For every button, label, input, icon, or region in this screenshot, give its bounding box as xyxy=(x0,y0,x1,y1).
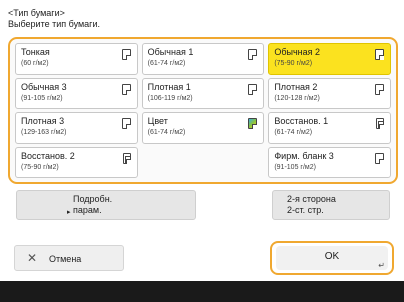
detail-settings-label: Подробн. парам. xyxy=(73,194,112,216)
tile-weight: (106-119 г/м2) xyxy=(147,94,193,102)
paper-icon xyxy=(248,49,258,60)
paper-icon xyxy=(374,49,384,60)
header: <Тип бумаги> Выберите тип бумаги. xyxy=(8,8,100,30)
tile-label: Обычная 3 xyxy=(21,81,67,92)
paper-tile-heavy-1[interactable]: Плотная 1 (106-119 г/м2) xyxy=(141,77,265,109)
paper-icon xyxy=(121,118,131,129)
tile-label: Обычная 2 xyxy=(274,47,320,57)
second-side-label: 2-я сторона 2-ст. стр. xyxy=(287,194,336,216)
page-prompt: Выберите тип бумаги. xyxy=(8,19,100,29)
paper-tile-heavy-2[interactable]: Плотная 2 (120-128 г/м2) xyxy=(268,77,391,109)
ok-button[interactable]: OK ↵ xyxy=(270,241,394,275)
paper-icon xyxy=(121,83,131,95)
bottom-bar xyxy=(0,281,404,302)
paper-icon xyxy=(374,152,384,164)
tile-weight: (75-90 г/м2) xyxy=(274,60,313,67)
paper-tile-heavy-3[interactable]: Плотная 3 (129-163 г/м2) xyxy=(15,112,138,144)
detail-settings-button[interactable]: ▸ Подробн. парам. xyxy=(16,190,196,220)
tile-weight: (75-90 г/м2) xyxy=(21,163,59,171)
paper-icon xyxy=(374,83,384,95)
paper-icon xyxy=(121,49,131,60)
second-side-line2: 2-ст. стр. xyxy=(287,205,324,215)
recycled-paper-icon xyxy=(122,152,131,164)
page-title: <Тип бумаги> xyxy=(8,8,65,18)
tile-label: Цвет xyxy=(147,116,168,126)
second-side-button[interactable]: 2-я сторона 2-ст. стр. xyxy=(272,190,390,220)
tile-weight: (61-74 г/м2) xyxy=(147,129,186,136)
empty-slot xyxy=(142,147,265,179)
tile-weight: (120-128 г/м2) xyxy=(274,94,320,102)
tile-weight: (91-105 г/м2) xyxy=(21,94,63,102)
paper-tile-plain-2[interactable]: Обычная 2 (75-90 г/м2) xyxy=(268,43,391,75)
tile-label: Плотная 2 xyxy=(274,81,318,92)
tile-label: Фирм. бланк 3 xyxy=(274,150,334,161)
detail-settings-line1: Подробн. xyxy=(73,194,113,204)
second-side-line1: 2-я сторона xyxy=(287,194,336,204)
tile-label: Восстанов. 1 xyxy=(274,116,329,126)
close-icon: ✕ xyxy=(27,251,38,265)
paper-icon xyxy=(248,83,258,95)
arrow-right-icon: ▸ xyxy=(67,209,71,216)
tile-weight: (61-74 г/м2) xyxy=(147,60,186,67)
paper-tile-thin[interactable]: Тонкая (60 г/м2) xyxy=(15,43,138,75)
paper-tile-color[interactable]: Цвет (61-74 г/м2) xyxy=(141,112,265,144)
paper-tile-plain-1[interactable]: Обычная 1 (61-74 г/м2) xyxy=(141,43,265,75)
detail-settings-line2: парам. xyxy=(73,205,102,215)
tile-label: Восстанов. 2 xyxy=(21,150,75,161)
tile-label: Плотная 3 xyxy=(21,116,65,126)
cancel-button[interactable]: ✕ Отмена xyxy=(14,245,124,271)
paper-tile-letterhead-3[interactable]: Фирм. бланк 3 (91-105 г/м2) xyxy=(268,146,391,178)
cancel-label: Отмена xyxy=(49,254,82,264)
enter-icon: ↵ xyxy=(378,261,385,270)
paper-tile-plain-3[interactable]: Обычная 3 (91-105 г/м2) xyxy=(15,77,138,109)
tile-label: Плотная 1 xyxy=(147,81,191,92)
recycled-paper-icon xyxy=(375,118,384,129)
tile-label: Обычная 1 xyxy=(147,47,194,57)
paper-tile-recycled-1[interactable]: Восстанов. 1 (61-74 г/м2) xyxy=(268,112,391,144)
color-paper-icon xyxy=(248,118,258,129)
paper-type-grid: Тонкая (60 г/м2) Обычная 1 (61-74 г/м2) … xyxy=(8,37,398,184)
tile-weight: (60 г/м2) xyxy=(21,60,49,67)
ok-label: OK xyxy=(324,251,340,262)
tile-weight: (61-74 г/м2) xyxy=(274,129,313,136)
tile-label: Тонкая xyxy=(21,47,50,57)
paper-tile-recycled-2[interactable]: Восстанов. 2 (75-90 г/м2) xyxy=(15,146,138,178)
tile-weight: (91-105 г/м2) xyxy=(274,163,316,171)
tile-weight: (129-163 г/м2) xyxy=(21,129,67,136)
